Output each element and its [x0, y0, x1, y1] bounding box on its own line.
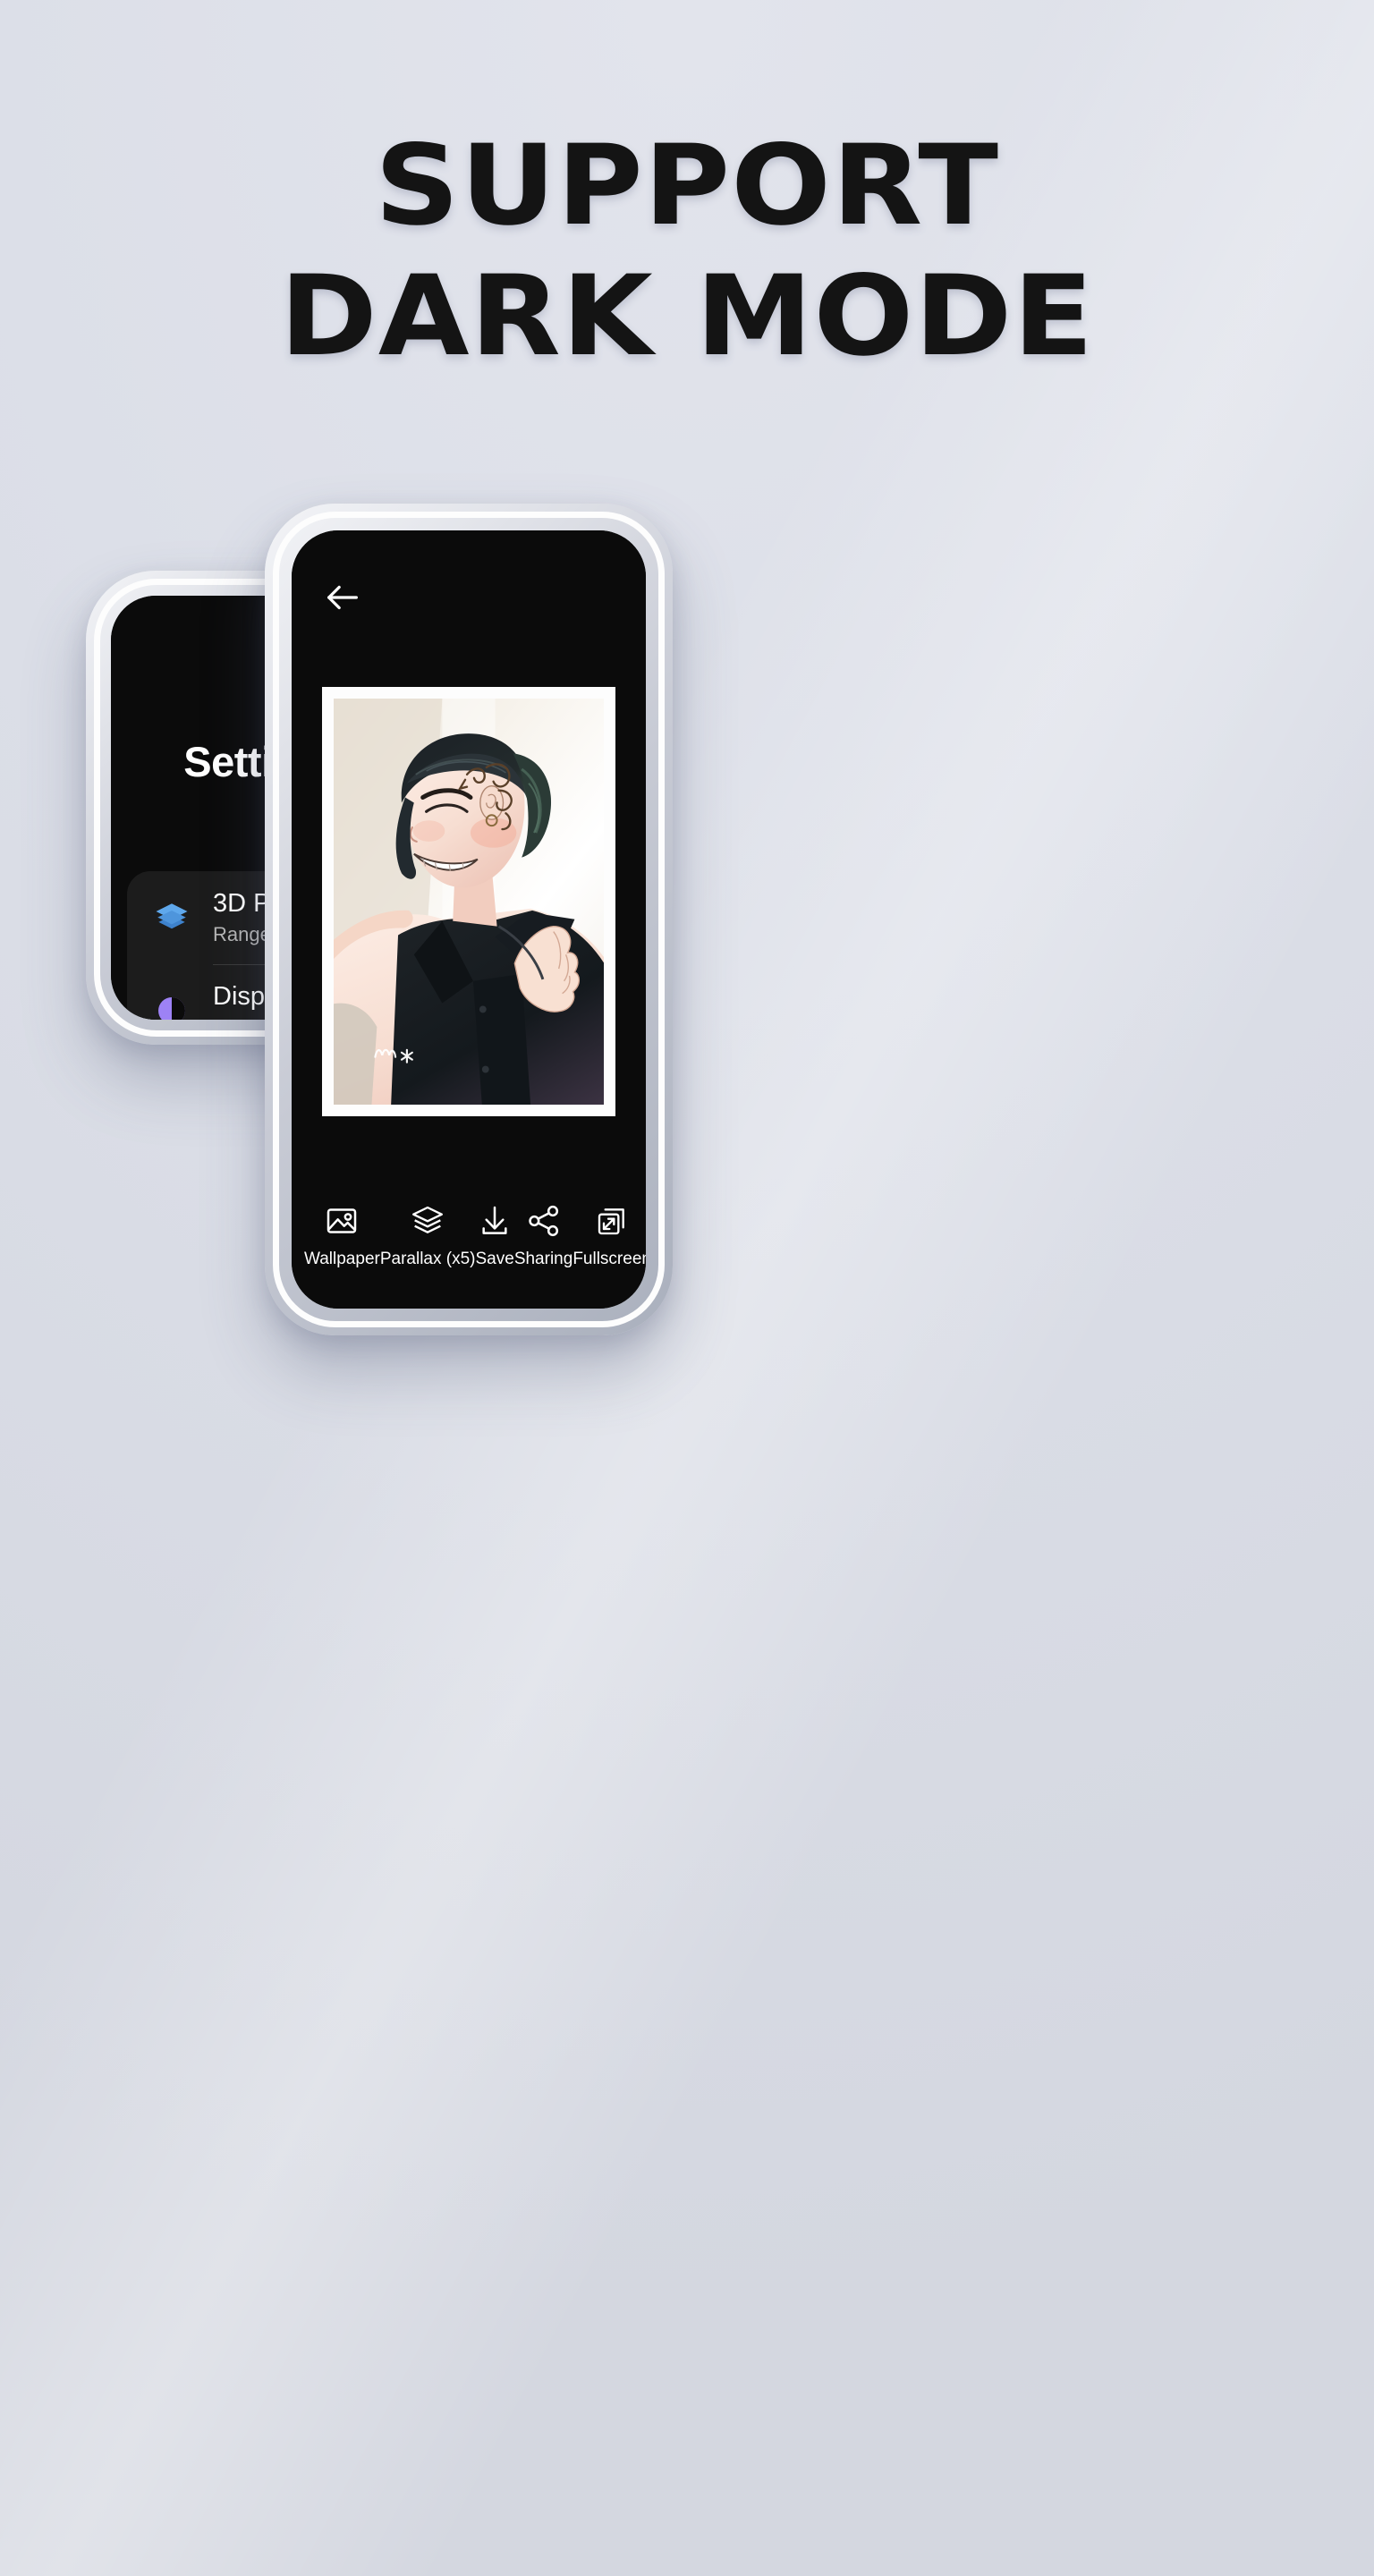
toolbar-button-save[interactable]: Save	[476, 1203, 514, 1269]
arrow-left-icon[interactable]	[322, 577, 363, 618]
toolbar-label: Wallpaper	[304, 1250, 380, 1268]
toolbar-label: Parallax (x5)	[379, 1250, 476, 1268]
viewer-toolbar: Wallpaper Parallax (x5) Save Sharing Ful…	[292, 1203, 646, 1269]
viewer-phone-screen: Wallpaper Parallax (x5) Save Sharing Ful…	[292, 530, 646, 1309]
layers-icon	[152, 898, 191, 937]
toolbar-button-sharing[interactable]: Sharing	[513, 1203, 573, 1269]
promo-headline: SUPPORT DARK MODE	[0, 122, 1374, 381]
download-icon	[477, 1203, 513, 1239]
share-icon	[526, 1203, 562, 1239]
toolbar-label: Save	[475, 1250, 514, 1268]
half-circle-contrast-icon	[152, 991, 191, 1020]
image-icon	[324, 1203, 360, 1239]
viewer-screen-content: Wallpaper Parallax (x5) Save Sharing Ful…	[292, 530, 646, 1309]
fullscreen-icon	[594, 1203, 630, 1239]
toolbar-button-parallax[interactable]: Parallax (x5)	[380, 1203, 476, 1269]
page-background	[0, 0, 1374, 2576]
wallpaper-artwork[interactable]	[334, 699, 604, 1105]
toolbar-label: Fullscreen	[572, 1250, 646, 1268]
toolbar-button-fullscreen[interactable]: Fullscreen	[572, 1203, 646, 1269]
toolbar-label: Sharing	[513, 1250, 573, 1268]
toolbar-button-wallpaper[interactable]: Wallpaper	[304, 1203, 380, 1269]
layers-icon	[410, 1203, 445, 1239]
headline-line-2: DARK MODE	[279, 251, 1095, 381]
headline-line-1: SUPPORT	[374, 122, 1000, 250]
viewer-phone-mockup: Wallpaper Parallax (x5) Save Sharing Ful…	[265, 504, 673, 1335]
artwork-frame	[322, 687, 615, 1116]
